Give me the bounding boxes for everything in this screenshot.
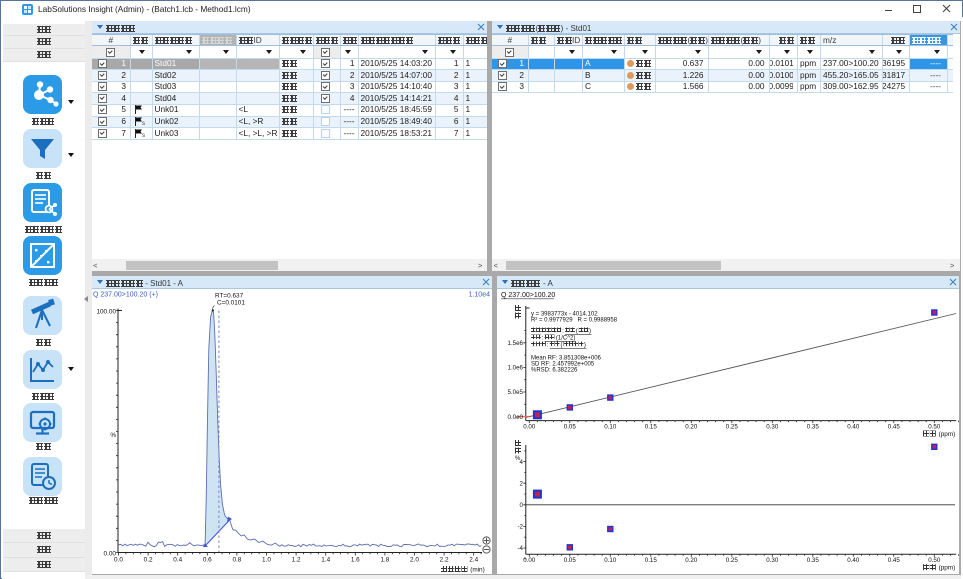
svg-text:0.50: 0.50 bbox=[928, 423, 941, 430]
svg-text:1.0: 1.0 bbox=[262, 556, 271, 563]
svg-text:0.4: 0.4 bbox=[173, 556, 182, 563]
svg-text:0.00: 0.00 bbox=[523, 557, 536, 564]
svg-text:0.15: 0.15 bbox=[645, 557, 658, 564]
svg-text:0.10: 0.10 bbox=[604, 557, 617, 564]
svg-text:(min): (min) bbox=[470, 566, 485, 573]
svg-text:0.45: 0.45 bbox=[888, 557, 901, 564]
svg-text:0.30: 0.30 bbox=[766, 423, 779, 430]
svg-text:(ppm): (ppm) bbox=[938, 431, 955, 438]
svg-text:2: 2 bbox=[519, 480, 523, 487]
svg-text:0.0e0: 0.0e0 bbox=[507, 413, 523, 420]
svg-text:%RSD: 6.382226: %RSD: 6.382226 bbox=[531, 367, 578, 373]
svg-text:0.25: 0.25 bbox=[726, 423, 739, 430]
svg-text:1.0e6: 1.0e6 bbox=[507, 364, 523, 371]
svg-text:0.15: 0.15 bbox=[645, 423, 658, 430]
svg-text:1.8: 1.8 bbox=[380, 556, 389, 563]
svg-text:(1/C^2): (1/C^2) bbox=[556, 335, 576, 341]
svg-text:%: % bbox=[515, 456, 521, 462]
svg-text:0.05: 0.05 bbox=[564, 557, 577, 564]
svg-text:0.35: 0.35 bbox=[807, 423, 820, 430]
svg-text:0.2: 0.2 bbox=[143, 556, 152, 563]
svg-text:0.0: 0.0 bbox=[114, 556, 123, 563]
svg-text::: : bbox=[547, 342, 549, 348]
svg-text:C=0.0101: C=0.0101 bbox=[217, 299, 245, 306]
svg-text:1.10e4: 1.10e4 bbox=[468, 291, 490, 298]
svg-text:100.00: 100.00 bbox=[96, 308, 116, 315]
svg-text:0.00: 0.00 bbox=[523, 423, 536, 430]
svg-text:2.2: 2.2 bbox=[439, 556, 448, 563]
svg-text:1.2: 1.2 bbox=[291, 556, 300, 563]
svg-text:(: ( bbox=[576, 328, 578, 334]
svg-text::: : bbox=[562, 328, 564, 334]
svg-text:0.35: 0.35 bbox=[807, 557, 820, 564]
svg-text:0.20: 0.20 bbox=[685, 557, 698, 564]
svg-text:RT=0.637: RT=0.637 bbox=[215, 292, 244, 299]
svg-text:): ) bbox=[584, 342, 586, 348]
svg-text:%: % bbox=[110, 432, 116, 439]
svg-text:0.45: 0.45 bbox=[888, 423, 901, 430]
svg-text:(ppm): (ppm) bbox=[938, 564, 955, 571]
svg-text:0.40: 0.40 bbox=[847, 423, 860, 430]
svg-text:R² = 0.9977929 R = 0.9988958: R² = 0.9977929 R = 0.9988958 bbox=[531, 317, 618, 323]
svg-text:-4: -4 bbox=[517, 545, 523, 552]
svg-text:0.8: 0.8 bbox=[232, 556, 241, 563]
svg-text:0.05: 0.05 bbox=[564, 423, 577, 430]
svg-text:): ) bbox=[589, 328, 591, 334]
svg-text:5.0e5: 5.0e5 bbox=[507, 389, 523, 396]
svg-text::: : bbox=[541, 335, 543, 341]
svg-text:s: s bbox=[142, 121, 145, 126]
svg-text:1.6: 1.6 bbox=[350, 556, 359, 563]
svg-text:0.30: 0.30 bbox=[766, 557, 779, 564]
svg-text:0.6: 0.6 bbox=[202, 556, 211, 563]
svg-text:0: 0 bbox=[519, 502, 523, 509]
svg-text:-2: -2 bbox=[517, 523, 523, 530]
svg-text:0.40: 0.40 bbox=[847, 557, 860, 564]
svg-text:1.5e6: 1.5e6 bbox=[507, 340, 523, 347]
svg-text:Q 237.00>100.20 (+): Q 237.00>100.20 (+) bbox=[93, 291, 158, 298]
svg-text:0.20: 0.20 bbox=[685, 423, 698, 430]
svg-text:0.25: 0.25 bbox=[726, 557, 739, 564]
svg-text:2.0: 2.0 bbox=[410, 556, 419, 563]
svg-text:s: s bbox=[142, 133, 145, 138]
svg-text:Q 237.00>100.20: Q 237.00>100.20 bbox=[501, 292, 555, 299]
svg-text:1.4: 1.4 bbox=[321, 556, 330, 563]
svg-text:2.4: 2.4 bbox=[469, 556, 478, 563]
svg-text:0.50: 0.50 bbox=[928, 557, 941, 564]
svg-text:0.10: 0.10 bbox=[604, 423, 617, 430]
svg-text:(: ( bbox=[560, 342, 562, 348]
